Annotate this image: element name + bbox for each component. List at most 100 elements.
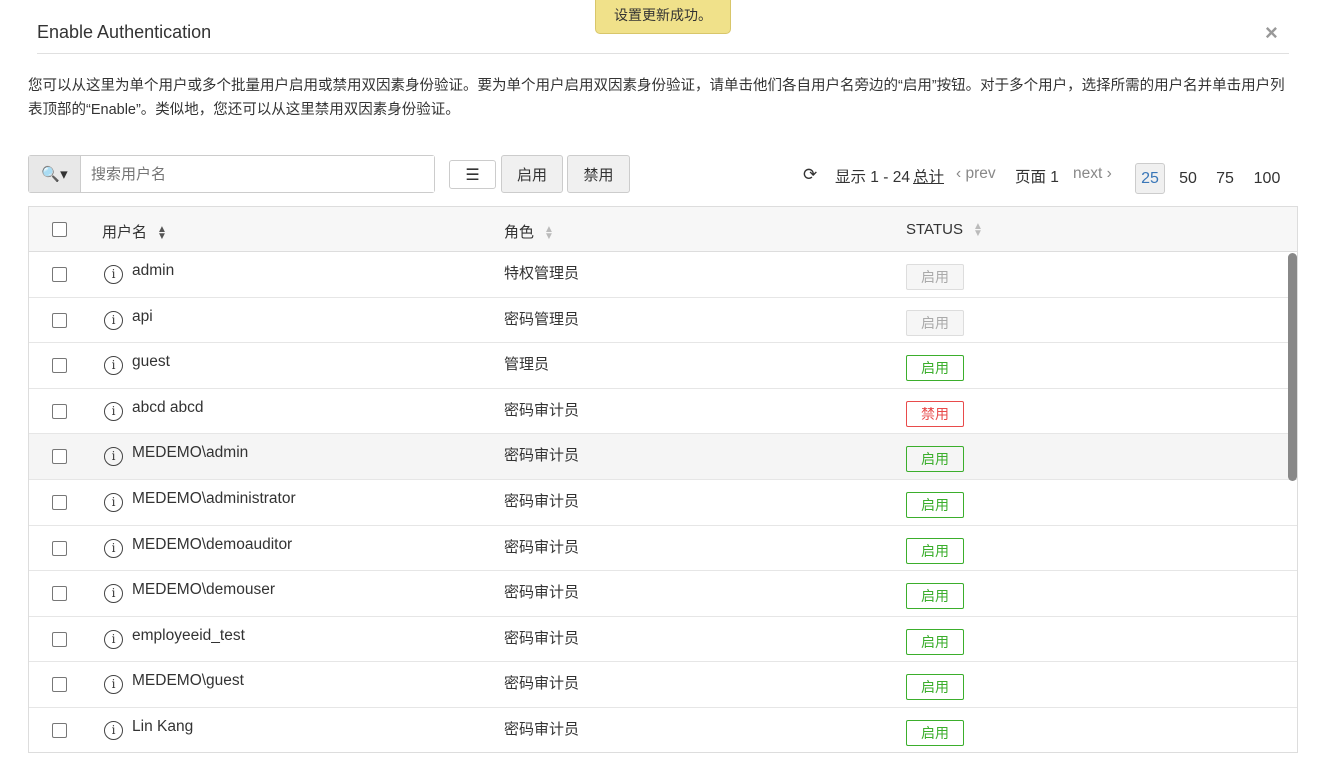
table-row: i abcd abcd 密码审计员 禁用 <box>29 389 1297 435</box>
info-icon[interactable]: i <box>104 447 123 467</box>
prev-label: prev <box>965 165 996 182</box>
list-view-button[interactable]: ☰ <box>449 160 496 189</box>
page-indicator: 页面 1 <box>1015 169 1059 186</box>
status-button[interactable]: 启用 <box>906 309 964 336</box>
info-icon[interactable]: i <box>104 492 123 512</box>
username: MEDEMO\guest <box>132 672 244 690</box>
role: 密码审计员 <box>504 720 580 738</box>
status-button[interactable]: 启用 <box>906 446 964 473</box>
role: 特权管理员 <box>504 265 580 282</box>
next-label: next <box>1073 165 1103 182</box>
info-icon[interactable]: i <box>104 265 123 284</box>
info-icon[interactable]: i <box>104 310 123 330</box>
role: 密码审计员 <box>504 675 580 693</box>
row-checkbox[interactable] <box>52 312 67 328</box>
showing-range: 显示 1 - 24 <box>835 169 910 186</box>
table-row: i MEDEMO\demouser 密码审计员 启用 <box>29 571 1297 617</box>
page-size-25[interactable]: 25 <box>1135 163 1165 194</box>
info-icon[interactable]: i <box>104 720 123 740</box>
table-row: i api 密码管理员 启用 <box>29 298 1297 344</box>
status-button[interactable]: 启用 <box>906 628 964 655</box>
header-label: 用户名 <box>102 224 148 241</box>
dialog-title: Enable Authentication <box>37 22 212 42</box>
username: abcd abcd <box>132 398 204 416</box>
header-label: STATUS <box>906 221 963 238</box>
header-status[interactable]: STATUS ▲ ▼ <box>906 221 983 240</box>
role: 密码审计员 <box>504 447 580 465</box>
sort-icon: ▲ ▼ <box>157 224 167 243</box>
header-label: 角色 <box>504 224 535 241</box>
page-size-100[interactable]: 100 <box>1250 163 1284 194</box>
table-row: i MEDEMO\admin 密码审计员 启用 <box>29 434 1297 480</box>
status-button[interactable]: 启用 <box>906 355 964 382</box>
status-button[interactable]: 启用 <box>906 491 964 518</box>
username: MEDEMO\demoauditor <box>132 535 293 553</box>
divider <box>37 53 1289 54</box>
row-checkbox[interactable] <box>52 631 67 647</box>
prev-button[interactable]: ‹ prev <box>956 165 996 183</box>
info-icon[interactable]: i <box>104 675 123 695</box>
status-button[interactable]: 启用 <box>906 583 964 610</box>
sort-icon: ▲ ▼ <box>544 224 554 243</box>
close-icon[interactable]: × <box>1265 20 1278 46</box>
status-button[interactable]: 启用 <box>906 719 964 746</box>
total-link[interactable]: 总计 <box>913 165 944 187</box>
info-icon[interactable]: i <box>104 538 123 558</box>
status-button[interactable]: 禁用 <box>906 400 964 427</box>
table-header: 用户名 ▲ ▼ 角色 ▲ ▼ STATUS ▲ ▼ <box>29 207 1297 252</box>
table-row: i MEDEMO\demoauditor 密码审计员 启用 <box>29 526 1297 572</box>
users-table: 用户名 ▲ ▼ 角色 ▲ ▼ STATUS ▲ ▼ i admin 特权管理员 启用 i a… <box>28 206 1298 753</box>
table-row: i admin 特权管理员 启用 <box>29 252 1297 298</box>
row-checkbox[interactable] <box>52 267 67 282</box>
sort-icon: ▲ ▼ <box>972 221 983 240</box>
username: MEDEMO\demouser <box>132 581 275 599</box>
refresh-icon[interactable]: ⟳ <box>803 165 817 185</box>
enable-button[interactable]: 启用 <box>501 155 563 193</box>
info-icon[interactable]: i <box>104 584 123 604</box>
info-icon[interactable]: i <box>104 629 123 649</box>
status-button[interactable]: 启用 <box>906 674 964 701</box>
table-row: i MEDEMO\guest 密码审计员 启用 <box>29 662 1297 708</box>
role: 密码管理员 <box>504 310 580 328</box>
username: MEDEMO\admin <box>132 444 249 462</box>
header-username[interactable]: 用户名 ▲ ▼ <box>102 221 167 242</box>
row-checkbox[interactable] <box>52 358 67 374</box>
search-icon[interactable]: 🔍▾ <box>29 156 81 192</box>
select-all-checkbox[interactable] <box>52 222 67 237</box>
role: 密码审计员 <box>504 401 580 419</box>
row-checkbox[interactable] <box>52 722 67 738</box>
row-checkbox[interactable] <box>52 540 67 556</box>
table-row: i employeeid_test 密码审计员 启用 <box>29 617 1297 663</box>
table-row: i Lin Kang 密码审计员 启用 <box>29 708 1297 752</box>
page-size-50[interactable]: 50 <box>1174 163 1202 194</box>
row-checkbox[interactable] <box>52 677 67 693</box>
description: 您可以从这里为单个用户或多个批量用户启用或禁用双因素身份验证。要为单个用户启用双… <box>28 78 1285 118</box>
scrollbar[interactable] <box>1288 253 1297 481</box>
username: api <box>132 307 153 325</box>
row-checkbox[interactable] <box>52 586 67 602</box>
header-role[interactable]: 角色 ▲ ▼ <box>504 221 554 242</box>
list-icon: ☰ <box>465 166 480 184</box>
status-button[interactable]: 启用 <box>906 537 964 564</box>
row-checkbox[interactable] <box>52 494 67 510</box>
status-button[interactable]: 启用 <box>906 264 964 290</box>
page-size-75[interactable]: 75 <box>1211 163 1239 194</box>
info-icon[interactable]: i <box>104 401 123 421</box>
search-box: 🔍▾ <box>28 155 435 193</box>
table-row: i MEDEMO\administrator 密码审计员 启用 <box>29 480 1297 526</box>
row-checkbox[interactable] <box>52 449 67 465</box>
disable-button[interactable]: 禁用 <box>567 155 630 193</box>
role: 密码审计员 <box>504 492 580 510</box>
role: 密码审计员 <box>504 629 580 647</box>
username: guest <box>132 353 170 371</box>
username: Lin Kang <box>132 717 194 735</box>
next-button[interactable]: next › <box>1073 165 1112 183</box>
username: admin <box>132 262 175 279</box>
username: employeeid_test <box>132 626 245 644</box>
role: 密码审计员 <box>504 584 580 602</box>
role: 密码审计员 <box>504 538 580 556</box>
role: 管理员 <box>504 356 550 374</box>
row-checkbox[interactable] <box>52 403 67 419</box>
info-icon[interactable]: i <box>104 356 123 376</box>
search-input[interactable] <box>81 156 434 192</box>
